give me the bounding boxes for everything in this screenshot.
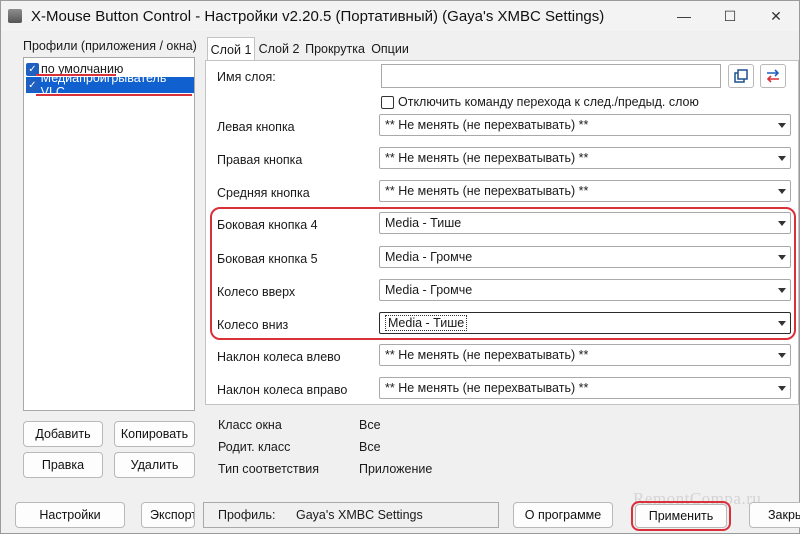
tab-layer-1[interactable]: Слой 1: [207, 37, 255, 61]
apply-highlight: [631, 501, 731, 531]
profile-status-label: Профиль:: [218, 508, 276, 522]
select-value: ** Не менять (не перехватывать) **: [385, 381, 589, 395]
tilt-left-select[interactable]: ** Не менять (не перехватывать) **: [379, 344, 791, 366]
maximize-button[interactable]: ☐: [707, 1, 753, 31]
disable-layer-nav-label: Отключить команду перехода к след./преды…: [398, 95, 699, 109]
profile-item-vlc[interactable]: ✓ Медиапроигрыватель VLC: [26, 71, 194, 99]
main-window: X-Mouse Button Control - Настройки v2.20…: [0, 0, 800, 534]
swap-arrows-icon: [766, 69, 780, 83]
left-button-select[interactable]: ** Не менять (не перехватывать) **: [379, 114, 791, 136]
highlight-underline: [36, 94, 192, 96]
dropdown-arrow-icon: [778, 189, 786, 194]
parent-class-value: Все: [359, 440, 381, 454]
right-button-select[interactable]: ** Не менять (не перехватывать) **: [379, 147, 791, 169]
highlight-underline: [36, 74, 116, 76]
dropdown-arrow-icon: [778, 386, 786, 391]
dropdown-arrow-icon: [778, 123, 786, 128]
delete-profile-button[interactable]: Удалить: [114, 452, 195, 478]
add-profile-button[interactable]: Добавить: [23, 421, 103, 447]
minimize-button[interactable]: —: [661, 1, 707, 31]
highlight-box: [210, 207, 796, 340]
profiles-label: Профили (приложения / окна): [23, 39, 197, 53]
row-label-right-button: Правая кнопка: [217, 153, 303, 167]
swap-layer-button[interactable]: [760, 64, 786, 88]
select-value: ** Не менять (не перехватывать) **: [385, 184, 589, 198]
checkbox-checked-icon[interactable]: ✓: [26, 78, 39, 92]
window-title: X-Mouse Button Control - Настройки v2.20…: [31, 7, 605, 25]
layer-name-input[interactable]: [381, 64, 721, 88]
copy-profile-button[interactable]: Копировать: [114, 421, 195, 447]
checkbox-unchecked-icon[interactable]: [381, 95, 394, 109]
dropdown-arrow-icon: [778, 353, 786, 358]
tab-layer-2[interactable]: Слой 2: [257, 39, 301, 59]
match-type-label: Тип соответствия: [218, 462, 320, 476]
tab-options[interactable]: Опции: [369, 39, 411, 59]
copy-layer-button[interactable]: [728, 64, 754, 88]
dropdown-arrow-icon: [778, 156, 786, 161]
row-label-middle-button: Средняя кнопка: [217, 186, 310, 200]
parent-class-label: Родит. класс: [218, 440, 291, 454]
window-class-label: Класс окна: [218, 418, 282, 432]
copy-icon: [734, 69, 748, 83]
window-controls: — ☐ ✕: [661, 1, 799, 31]
select-value: ** Не менять (не перехватывать) **: [385, 118, 589, 132]
select-value: ** Не менять (не перехватывать) **: [385, 151, 589, 165]
settings-button[interactable]: Настройки: [15, 502, 125, 528]
row-label-left-button: Левая кнопка: [217, 120, 295, 134]
tab-scroll[interactable]: Прокрутка: [304, 39, 366, 59]
layer-name-label: Имя слоя:: [217, 70, 276, 84]
match-type-value: Приложение: [359, 462, 433, 476]
profile-status-value: Gaya's XMBC Settings: [296, 508, 423, 522]
profiles-list[interactable]: ✓ по умолчанию ✓ Медиапроигрыватель VLC: [23, 57, 195, 411]
select-value: ** Не менять (не перехватывать) **: [385, 348, 589, 362]
profile-status: Профиль: Gaya's XMBC Settings: [203, 502, 499, 528]
window-class-value: Все: [359, 418, 381, 432]
export-button[interactable]: Экспорт: [141, 502, 195, 528]
edit-profile-button[interactable]: Правка: [23, 452, 103, 478]
tilt-right-select[interactable]: ** Не менять (не перехватывать) **: [379, 377, 791, 399]
title-bar: X-Mouse Button Control - Настройки v2.20…: [1, 1, 799, 31]
middle-button-select[interactable]: ** Не менять (не перехватывать) **: [379, 180, 791, 202]
close-button[interactable]: Закрыть: [749, 502, 800, 528]
row-label-tilt-left: Наклон колеса влево: [217, 350, 341, 364]
app-icon: [8, 9, 22, 23]
disable-layer-nav-checkbox[interactable]: Отключить команду перехода к след./преды…: [381, 95, 699, 109]
close-window-button[interactable]: ✕: [753, 1, 799, 31]
about-button[interactable]: О программе: [513, 502, 613, 528]
row-label-tilt-right: Наклон колеса вправо: [217, 383, 348, 397]
